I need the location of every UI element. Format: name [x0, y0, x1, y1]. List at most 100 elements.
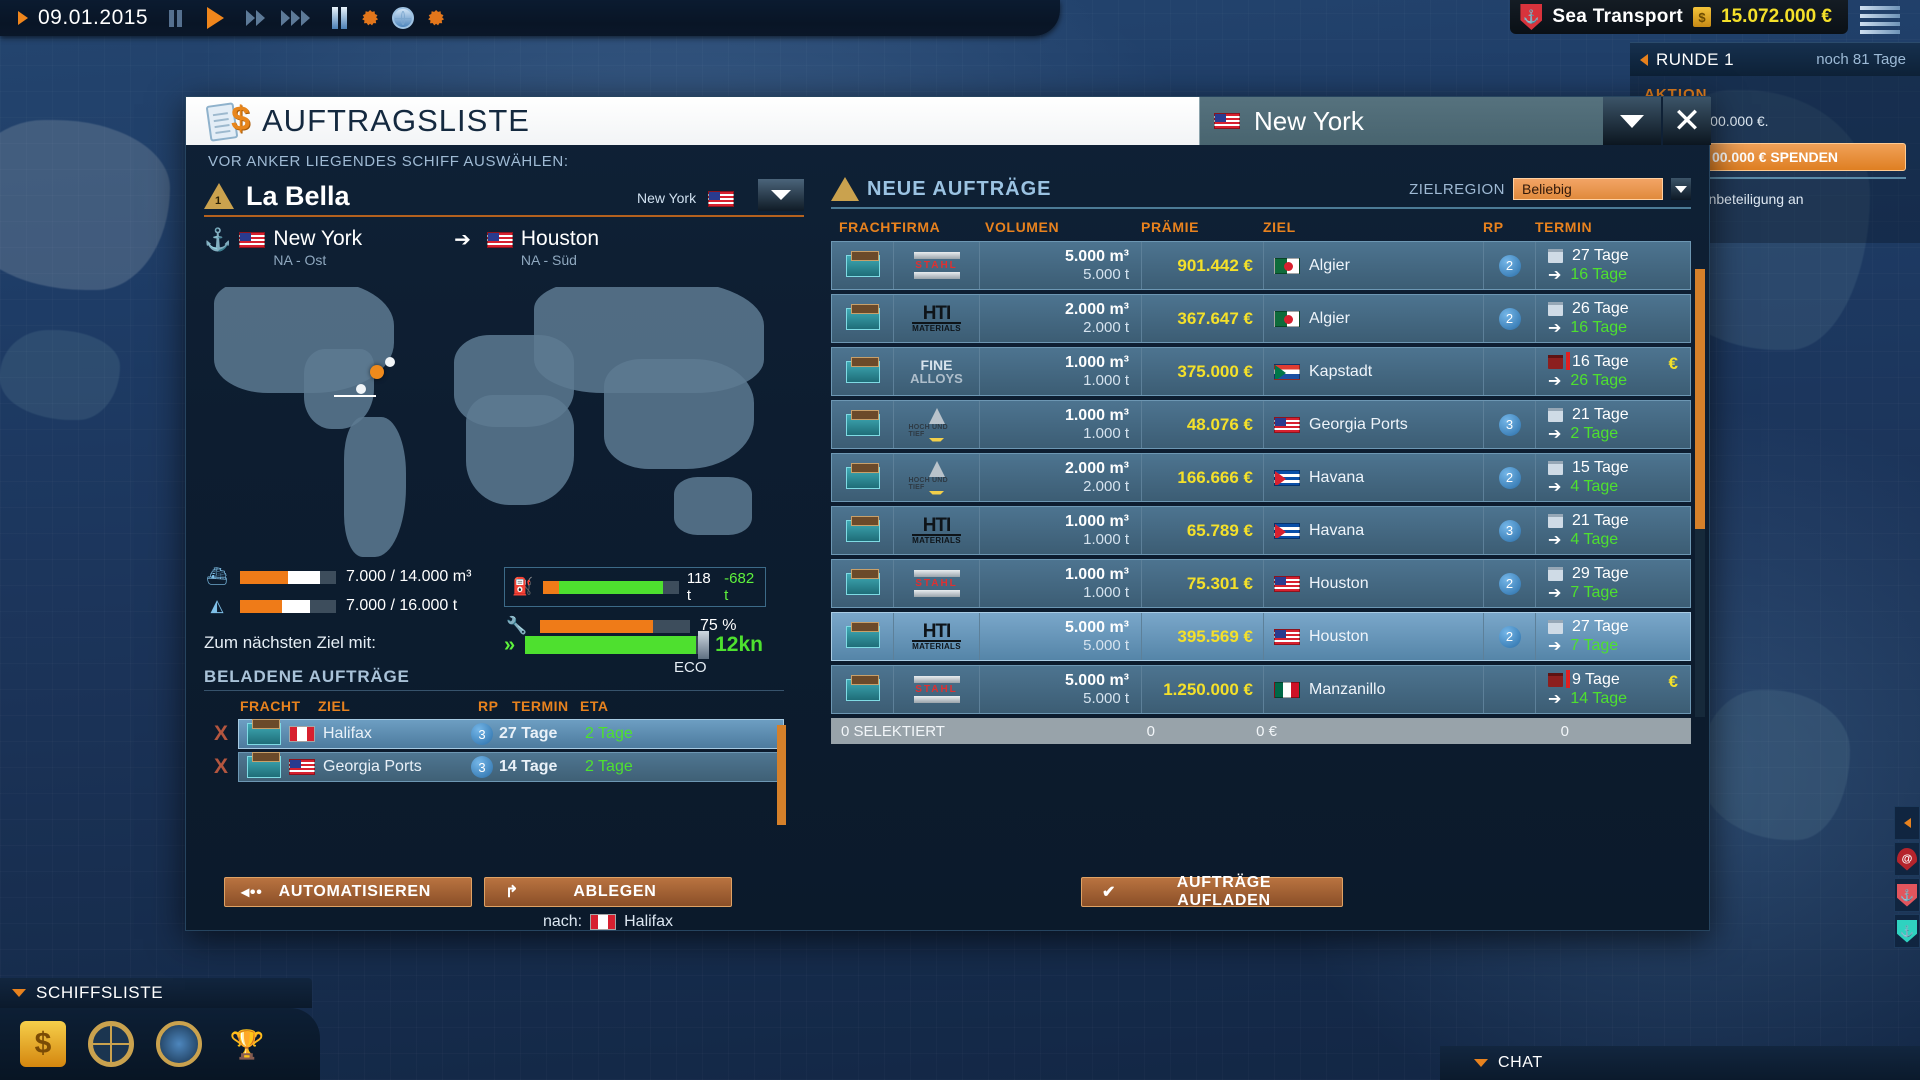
- arrow-right-icon: ➔: [1548, 584, 1562, 602]
- dest-flag-icon: [1274, 310, 1300, 327]
- order-row[interactable]: STAHL 5.000 m³ 5.000 t 901.442 € Algier 2 27 T…: [831, 241, 1691, 290]
- fleet-icon[interactable]: [156, 1021, 202, 1067]
- rail-anchor-shield-icon[interactable]: ⚓: [1894, 878, 1920, 912]
- globe-icon[interactable]: [392, 7, 415, 29]
- remove-order-button[interactable]: X: [204, 722, 238, 746]
- order-volume: 5.000 m³ 5.000 t: [980, 666, 1142, 713]
- order-row[interactable]: FINE ALLOYS 1.000 m³ 1.000 t 375.000 € Kapsta…: [831, 347, 1691, 396]
- order-row[interactable]: HOCH UND TIEF 2.000 m³ 2.000 t 166.666 € Hav…: [831, 453, 1691, 502]
- pause-blue-button[interactable]: [322, 6, 356, 30]
- euro-bonus-icon: €: [1668, 354, 1678, 373]
- port-dropdown-button[interactable]: [1603, 97, 1661, 145]
- order-volume: 2.000 m³ 2.000 t: [980, 454, 1142, 501]
- order-row[interactable]: HTI MATERIALS 1.000 m³ 1.000 t 65.789 € Havan…: [831, 506, 1691, 555]
- very-fast-forward-button[interactable]: [280, 6, 310, 30]
- order-premium: 65.789 €: [1142, 507, 1264, 554]
- map-route-line: [334, 395, 376, 397]
- loaded-orders-list: X Halifax 3 27 Tage 2 Tage X Georgia Ports 3 14 …: [204, 719, 784, 782]
- target-region-dropdown-button[interactable]: [1671, 178, 1691, 200]
- summary-count: 0: [1146, 722, 1155, 740]
- rail-company-icon[interactable]: @: [1894, 842, 1920, 876]
- arrow-right-icon: ➔: [1548, 372, 1562, 390]
- load-orders-button[interactable]: ✔ AUFTRÄGE AUFLADEN: [1081, 874, 1343, 909]
- company-logo-stahl: STAHL: [909, 673, 965, 707]
- order-company: HOCH UND TIEF: [894, 454, 980, 501]
- order-premium: 901.442 €: [1142, 242, 1264, 289]
- play-button[interactable]: [202, 6, 228, 30]
- round-bar[interactable]: RUNDE 1 noch 81 Tage: [1630, 42, 1920, 76]
- order-premium: 1.250.000 €: [1142, 666, 1264, 713]
- order-row[interactable]: HTI MATERIALS 5.000 m³ 5.000 t 395.569 € Hous…: [831, 612, 1691, 661]
- map-marker-current: [370, 365, 384, 379]
- loaded-orders-section: BELADENE AUFTRÄGE FRACHT ZIEL RP TERMIN …: [204, 667, 786, 825]
- depart-button[interactable]: ↱ ABLEGEN: [484, 877, 732, 907]
- dest-flag-icon: [1274, 416, 1300, 433]
- company-logo-hti: HTI MATERIALS: [912, 302, 961, 333]
- new-orders-icon: [831, 177, 859, 201]
- order-deadline: 21 Tage ➔ 2 Tage: [1536, 401, 1690, 448]
- speed-value: 12kn: [715, 633, 763, 656]
- pause-button[interactable]: [162, 6, 188, 30]
- order-destination: Algier: [1264, 295, 1484, 342]
- cargo-crate-icon: [838, 250, 888, 279]
- order-cargo: [832, 613, 894, 660]
- order-destination: Kapstadt: [1264, 348, 1484, 395]
- route-to: Houston NA - Süd: [520, 227, 600, 268]
- speed-slider[interactable]: [525, 631, 710, 659]
- collapse-left-icon[interactable]: [1640, 53, 1648, 66]
- order-destination: Havana: [1264, 454, 1484, 501]
- order-row[interactable]: HOCH UND TIEF 1.000 m³ 1.000 t 48.076 € Geor…: [831, 400, 1691, 449]
- ship-dropdown-button[interactable]: [758, 179, 804, 211]
- company-logo-fine-alloys: FINE ALLOYS: [910, 356, 963, 386]
- loaded-order-termin: 27 Tage: [499, 725, 558, 742]
- loaded-order-row[interactable]: X Georgia Ports 3 14 Tage 2 Tage: [204, 752, 784, 782]
- stat-fuel: ⛽ 118 t -682 t: [504, 567, 766, 607]
- ships-icon[interactable]: [88, 1021, 134, 1067]
- target-region-select[interactable]: Beliebig: [1513, 178, 1663, 200]
- order-rp: 2: [1484, 242, 1536, 289]
- order-premium: 375.000 €: [1142, 348, 1264, 395]
- order-company: HOCH UND TIEF: [894, 401, 980, 448]
- loaded-order-dest: Georgia Ports: [289, 758, 465, 776]
- ship-class-badge: 1: [204, 183, 234, 209]
- gear-icon[interactable]: [362, 10, 379, 26]
- remove-order-button[interactable]: X: [204, 755, 238, 779]
- order-rp: 3: [1484, 401, 1536, 448]
- route-world-map[interactable]: [204, 287, 784, 557]
- calendar-icon: [1548, 566, 1563, 581]
- col-ziel: ZIEL: [1263, 219, 1296, 235]
- main-menu-button[interactable]: [1856, 2, 1912, 36]
- finance-icon[interactable]: $: [20, 1021, 66, 1067]
- close-button[interactable]: ✕: [1663, 97, 1711, 145]
- rail-collapse-button[interactable]: [1894, 806, 1920, 840]
- speed-slider-row[interactable]: » 12kn: [504, 631, 763, 659]
- rail-teal-shield-icon[interactable]: ⚓: [1894, 914, 1920, 948]
- orders-scrollbar[interactable]: [1695, 269, 1705, 717]
- order-row[interactable]: STAHL 5.000 m³ 5.000 t 1.250.000 € Manzanill…: [831, 665, 1691, 714]
- target-region-label: ZIELREGION: [1409, 180, 1505, 198]
- fuel-value: 118 t: [686, 570, 711, 604]
- fast-forward-button[interactable]: [242, 6, 268, 30]
- chat-bar[interactable]: CHAT: [1440, 1046, 1920, 1080]
- shiplist-bar[interactable]: SCHIFFSLISTE: [0, 978, 312, 1008]
- hull-icon: ⛴: [206, 567, 228, 586]
- order-cargo: [832, 348, 894, 395]
- gear-icon-2[interactable]: [428, 10, 445, 26]
- loaded-order-body[interactable]: Halifax 3 27 Tage 2 Tage: [238, 719, 784, 749]
- loaded-orders-scrollbar[interactable]: [777, 725, 786, 825]
- order-eta: ➔ 16 Tage: [1548, 318, 1628, 337]
- automate-button[interactable]: ◂•• AUTOMATISIEREN: [224, 877, 472, 907]
- dest-flag-icon: [1274, 257, 1300, 274]
- loaded-order-body[interactable]: Georgia Ports 3 14 Tage 2 Tage: [238, 752, 784, 782]
- loaded-order-row[interactable]: X Halifax 3 27 Tage 2 Tage: [204, 719, 784, 749]
- awards-icon[interactable]: 🏆: [224, 1021, 270, 1067]
- cargo-crate-icon: [838, 409, 888, 438]
- loaded-orders-title: BELADENE AUFTRÄGE: [204, 667, 784, 691]
- order-row[interactable]: STAHL 1.000 m³ 1.000 t 75.301 € Houston 2 29 T…: [831, 559, 1691, 608]
- loaded-order-termin: 14 Tage: [499, 758, 558, 775]
- order-termin: 27 Tage: [1548, 247, 1690, 265]
- ship-header: 1 La Bella New York: [204, 177, 804, 217]
- port-selector[interactable]: New York: [1199, 97, 1603, 145]
- order-row[interactable]: HTI MATERIALS 2.000 m³ 2.000 t 367.647 € Algi…: [831, 294, 1691, 343]
- loaded-order-rp: 3: [465, 723, 499, 745]
